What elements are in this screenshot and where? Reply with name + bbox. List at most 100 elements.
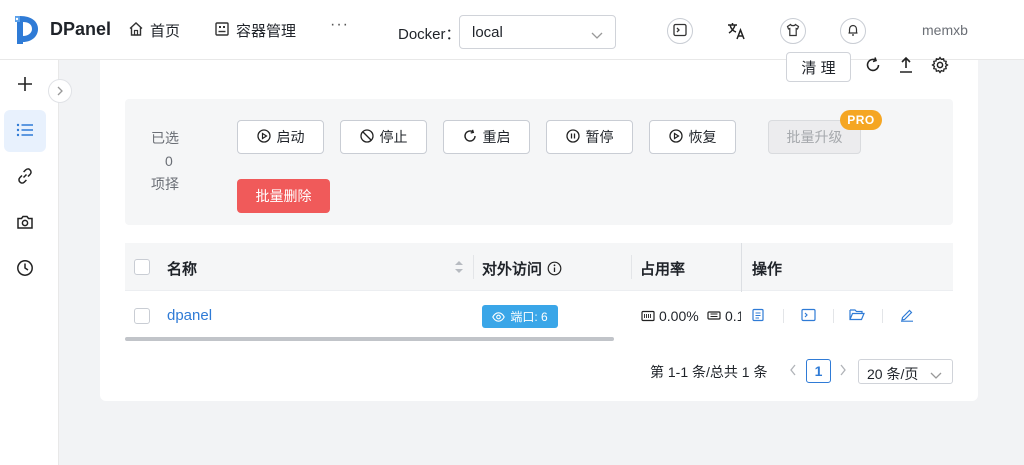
next-page-button[interactable] xyxy=(835,363,851,379)
terminal-button[interactable] xyxy=(667,18,693,44)
language-button[interactable] xyxy=(725,20,749,44)
column-header-access-label: 对外访问 xyxy=(482,261,543,278)
chevron-right-icon xyxy=(839,363,847,379)
sidebar-item-history[interactable] xyxy=(4,248,46,290)
document-icon xyxy=(751,308,765,325)
column-header-ops: 操作 xyxy=(752,261,783,278)
selection-info: 已选 0 项择 xyxy=(151,127,211,196)
top-header: DPanel 首页 容器管理 ··· Docker： local memxb xyxy=(0,0,1024,60)
start-button[interactable]: 启动 xyxy=(237,120,324,154)
op-divider xyxy=(882,309,883,323)
sort-icon[interactable] xyxy=(454,259,464,278)
shirt-icon xyxy=(786,23,800,40)
cpu-usage: 0.00% xyxy=(641,308,699,324)
page-number-current[interactable]: 1 xyxy=(806,359,831,383)
terminal-icon xyxy=(800,308,816,325)
pro-badge: PRO xyxy=(840,110,882,130)
translate-icon xyxy=(727,22,747,43)
prev-page-button[interactable] xyxy=(785,363,801,379)
column-header-access: 对外访问 xyxy=(482,258,562,279)
batch-delete-button[interactable]: 批量删除 xyxy=(237,179,330,213)
docker-host-value: local xyxy=(472,24,503,41)
user-name[interactable]: memxb xyxy=(922,22,968,38)
notification-button[interactable] xyxy=(840,18,866,44)
sidebar-item-links[interactable] xyxy=(4,156,46,198)
restart-icon xyxy=(463,129,483,146)
op-divider xyxy=(783,309,784,323)
bell-icon xyxy=(846,23,860,40)
settings-button[interactable] xyxy=(929,55,951,77)
sidebar-item-create[interactable] xyxy=(4,64,46,106)
table-header: 名称 对外访问 占用率 操作 xyxy=(125,243,953,291)
op-divider xyxy=(833,309,834,323)
resume-button[interactable]: 恢复 xyxy=(649,120,736,154)
column-header-name[interactable]: 名称 xyxy=(167,258,197,279)
page-size-value: 20 条/页 xyxy=(867,366,919,382)
batch-actions-panel: 已选 0 项择 启动 停止 重启 暂停 恢复 批量升级 PRO 批量删除 xyxy=(125,99,953,225)
pause-icon xyxy=(565,128,586,146)
files-button[interactable] xyxy=(847,306,867,326)
pause-label: 暂停 xyxy=(585,129,614,145)
nav-container-manage[interactable]: 容器管理 xyxy=(214,20,296,41)
list-icon xyxy=(16,122,34,141)
selection-suffix: 项择 xyxy=(151,176,179,192)
upload-icon xyxy=(898,56,914,77)
port-tag[interactable]: 端口: 6 xyxy=(482,305,558,328)
sidebar-collapse-toggle[interactable] xyxy=(48,79,72,103)
select-all-checkbox[interactable] xyxy=(134,259,150,275)
memory-icon xyxy=(707,310,725,322)
horizontal-scrollbar[interactable] xyxy=(125,337,614,341)
docker-host-select[interactable]: local xyxy=(459,15,616,49)
stop-icon xyxy=(359,128,380,146)
cleanup-button[interactable]: 清 理 xyxy=(786,52,851,82)
nav-home[interactable]: 首页 xyxy=(128,20,180,41)
stop-button[interactable]: 停止 xyxy=(340,120,427,154)
chevron-left-icon xyxy=(789,363,797,379)
dpanel-logo-icon xyxy=(14,14,40,44)
export-button[interactable] xyxy=(895,55,917,77)
cpu-icon xyxy=(641,310,659,322)
edit-button[interactable] xyxy=(897,306,917,326)
column-divider xyxy=(473,255,474,279)
eye-icon xyxy=(492,311,510,322)
sidebar-item-list[interactable] xyxy=(4,110,46,152)
nav-more-button[interactable]: ··· xyxy=(330,16,349,34)
info-icon[interactable] xyxy=(547,261,562,276)
console-button[interactable] xyxy=(798,306,818,326)
gear-icon xyxy=(931,55,949,77)
app-logo[interactable]: DPanel xyxy=(14,14,111,44)
edit-icon xyxy=(900,308,914,325)
page-size-select[interactable]: 20 条/页 xyxy=(858,359,953,384)
chevron-down-icon xyxy=(591,27,603,43)
clock-icon xyxy=(16,259,34,280)
memory-usage-value: 0.1 xyxy=(725,308,741,324)
port-tag-label: 端口: 6 xyxy=(510,310,548,324)
row-checkbox[interactable] xyxy=(134,308,150,324)
stop-label: 停止 xyxy=(379,129,408,145)
sidebar xyxy=(0,60,59,465)
details-button[interactable] xyxy=(748,306,768,326)
pagination-total: 第 1-1 条/总共 1 条 xyxy=(650,364,768,380)
column-header-usage: 占用率 xyxy=(640,261,686,278)
app-name: DPanel xyxy=(50,18,112,39)
resume-icon xyxy=(668,128,689,146)
container-name-link[interactable]: dpanel xyxy=(167,307,212,324)
refresh-button[interactable] xyxy=(862,55,884,77)
chevron-right-icon xyxy=(56,83,64,99)
terminal-icon xyxy=(673,23,687,40)
cpu-usage-value: 0.00% xyxy=(659,308,699,324)
folder-open-icon xyxy=(849,308,865,324)
nav-home-label: 首页 xyxy=(150,23,181,40)
docker-label: Docker： xyxy=(398,26,461,43)
column-divider xyxy=(631,255,632,279)
table-row: dpanel 端口: 6 0.00% 0.1 xyxy=(125,292,953,340)
start-label: 启动 xyxy=(276,129,305,145)
selection-count-row: 0 xyxy=(151,150,211,173)
nav-container-label: 容器管理 xyxy=(236,23,297,40)
sidebar-item-snapshot[interactable] xyxy=(4,202,46,244)
pause-button[interactable]: 暂停 xyxy=(546,120,633,154)
restart-button[interactable]: 重启 xyxy=(443,120,530,154)
plus-icon xyxy=(16,75,34,96)
chevron-down-icon xyxy=(930,367,942,383)
theme-button[interactable] xyxy=(780,18,806,44)
